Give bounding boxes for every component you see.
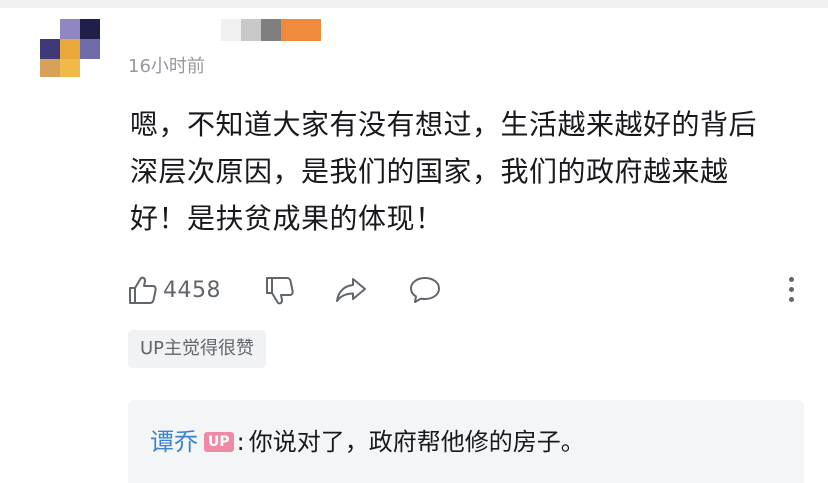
reply-line: 谭乔 UP : 你说对了，政府帮他修的房子。 bbox=[150, 425, 585, 459]
top-divider bbox=[0, 0, 828, 8]
comment-actions: 4458 bbox=[0, 270, 828, 310]
comment-timestamp: 16小时前 bbox=[128, 56, 205, 77]
reply-preview[interactable]: 谭乔 UP : 你说对了，政府帮他修的房子。 bbox=[128, 400, 804, 483]
reply-content: 你说对了，政府帮他修的房子。 bbox=[248, 428, 585, 456]
share-icon bbox=[334, 274, 368, 306]
thumbs-down-icon bbox=[264, 274, 296, 306]
username[interactable] bbox=[221, 19, 321, 41]
avatar[interactable] bbox=[40, 19, 100, 77]
up-badge: UP bbox=[204, 432, 234, 452]
more-options-button[interactable] bbox=[782, 275, 802, 305]
up-liked-badge: UP主觉得很赞 bbox=[128, 330, 267, 368]
thumbs-up-icon bbox=[127, 274, 159, 306]
dislike-button[interactable] bbox=[264, 270, 296, 310]
share-button[interactable] bbox=[334, 270, 368, 310]
like-button[interactable]: 4458 bbox=[127, 270, 221, 310]
like-count: 4458 bbox=[163, 277, 221, 303]
comment-bubble-icon bbox=[408, 274, 442, 306]
reply-colon: : bbox=[236, 428, 245, 456]
reply-button[interactable] bbox=[408, 270, 442, 310]
reply-username[interactable]: 谭乔 bbox=[150, 425, 198, 459]
comment-text: 嗯，不知道大家有没有想过，生活越来越好的背后 深层次原因，是我们的国家，我们的政… bbox=[130, 108, 758, 235]
